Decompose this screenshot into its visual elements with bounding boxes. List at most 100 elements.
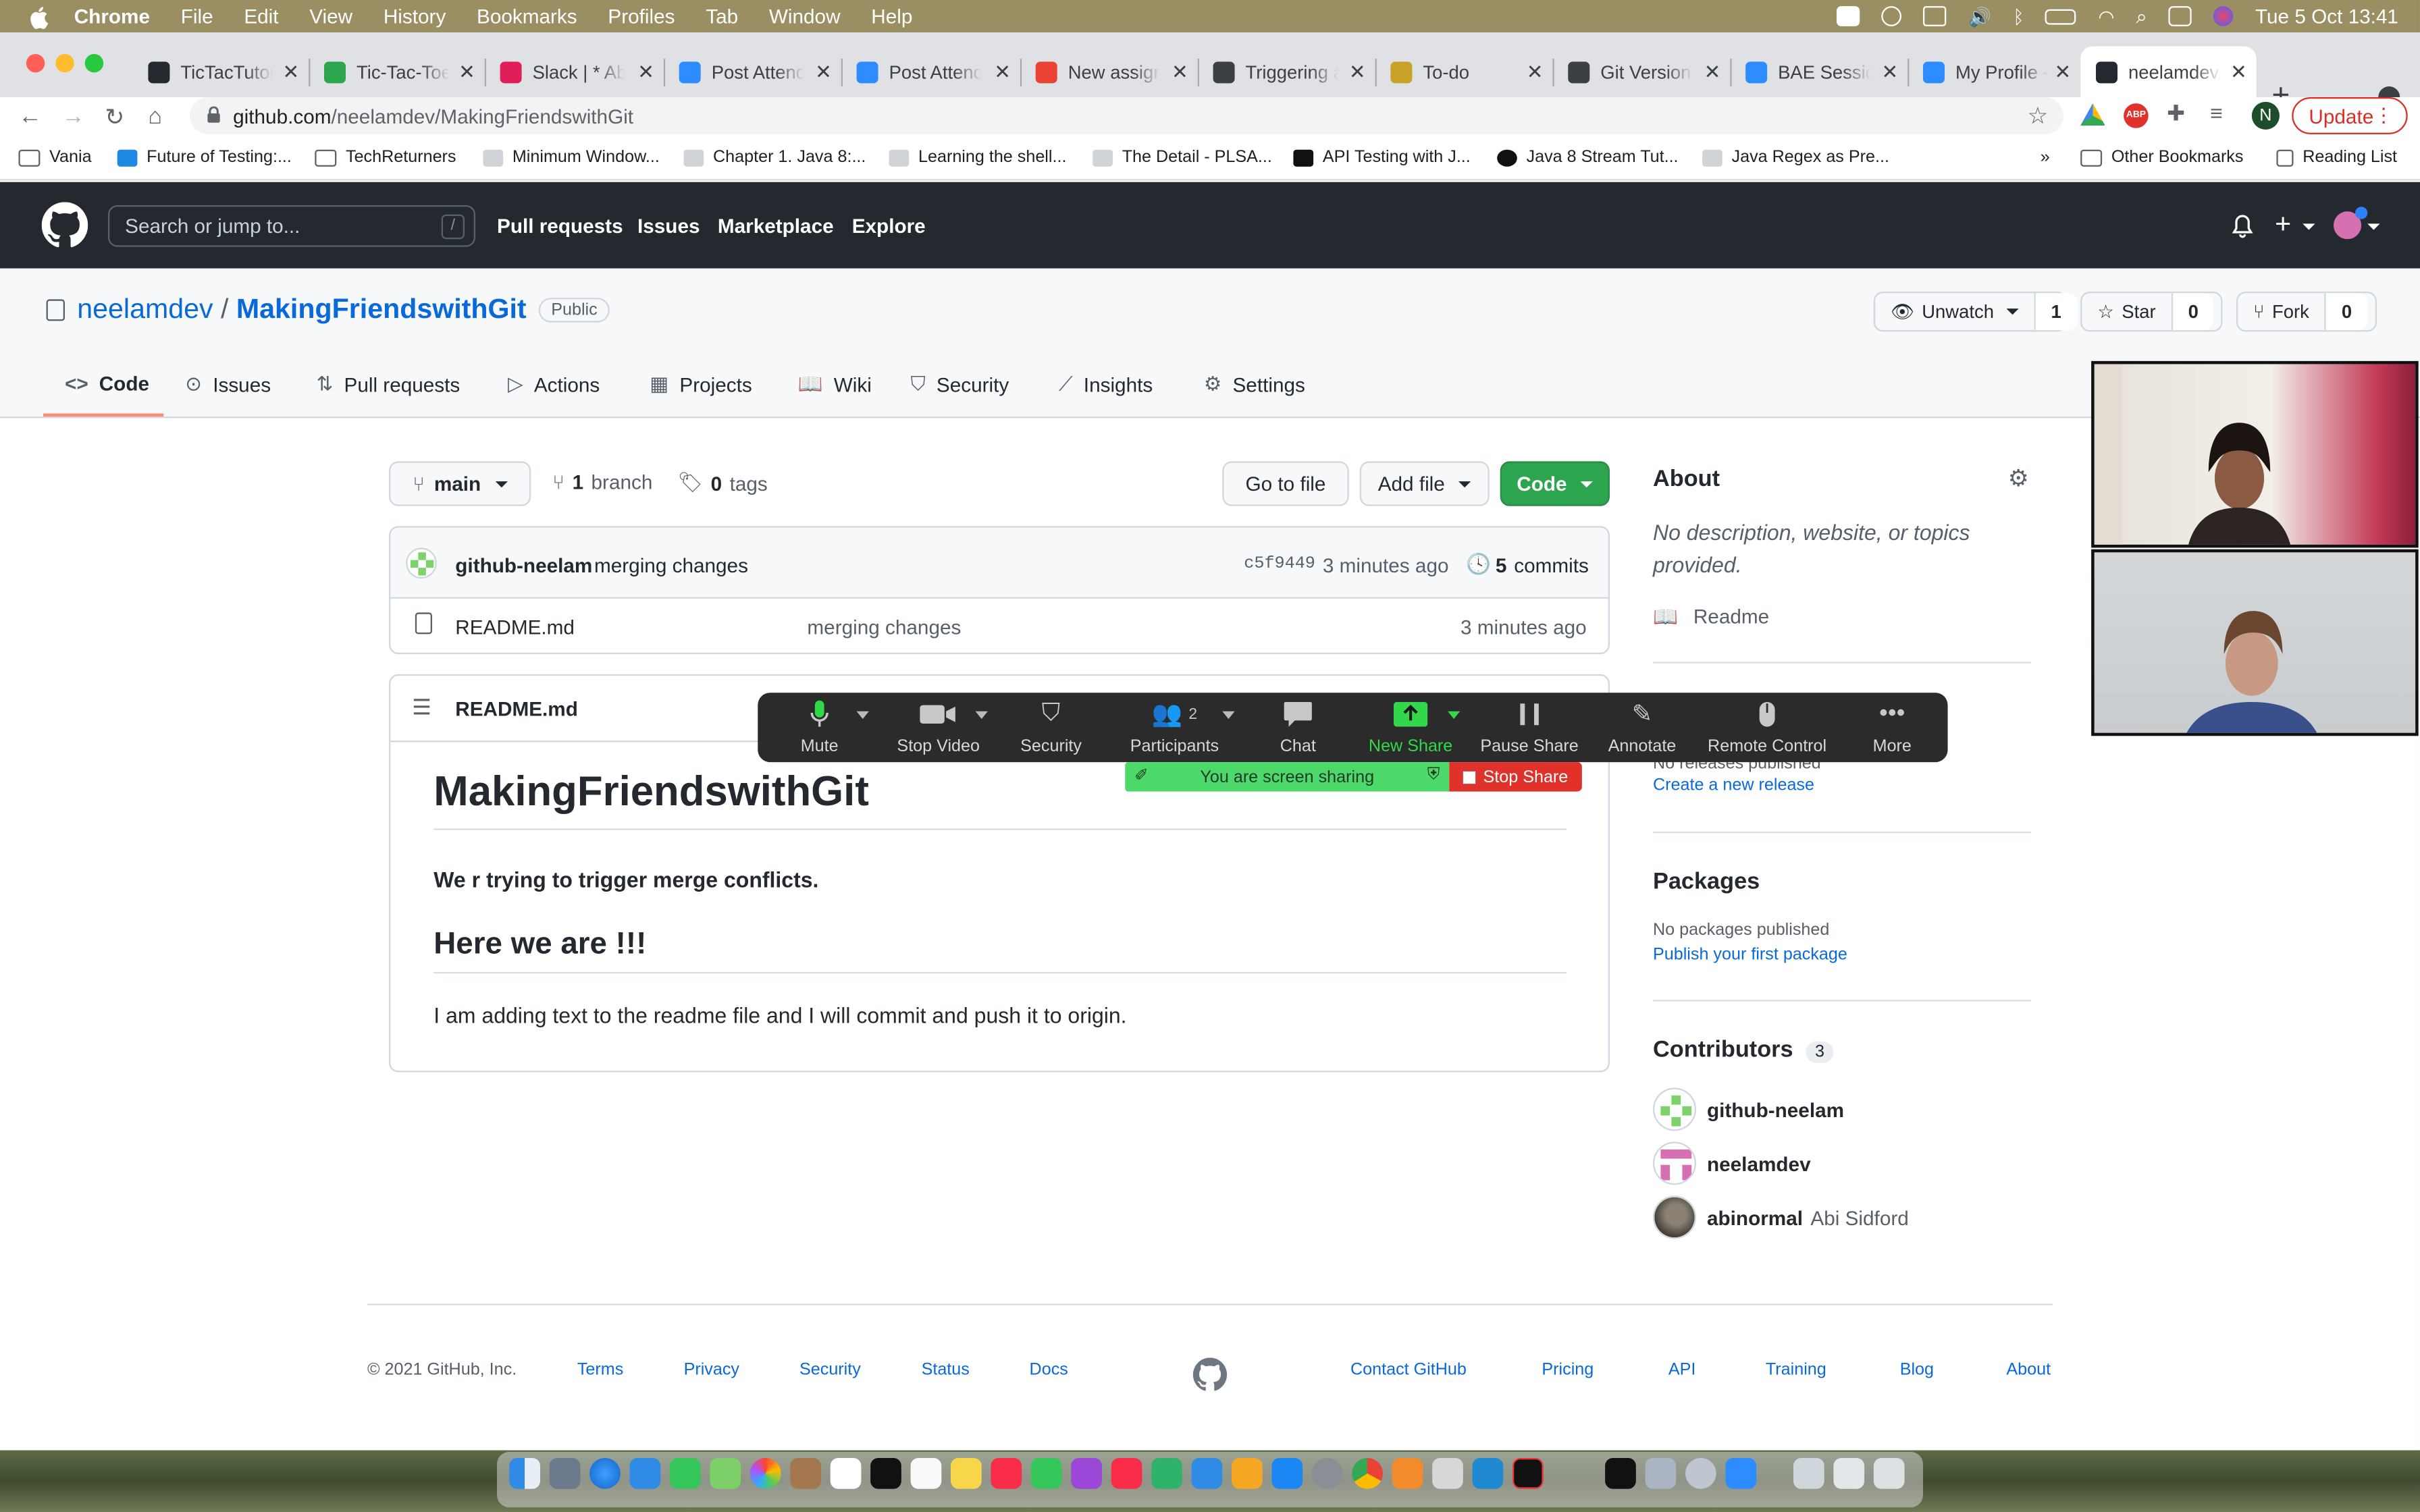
footer-training-link[interactable]: Training <box>1766 1361 1826 1379</box>
news-icon[interactable] <box>1111 1457 1142 1489</box>
browser-tab[interactable]: Slack | * Abi ✕ <box>485 47 666 97</box>
readme-filename[interactable]: README.md <box>455 697 578 720</box>
tab-close-icon[interactable]: ✕ <box>1349 60 1366 85</box>
tab-security[interactable]: ⛉ Security <box>911 372 1009 397</box>
create-new-caret-icon[interactable] <box>2303 223 2315 230</box>
sublime-text-icon[interactable] <box>1392 1457 1423 1489</box>
star-count[interactable]: 0 <box>2171 293 2214 331</box>
browser-tab[interactable]: Post Attende ✕ <box>841 47 1022 97</box>
bookmark-star-icon[interactable]: ☆ <box>2027 102 2048 130</box>
about-settings-gear-icon[interactable]: ⚙ <box>2008 464 2029 492</box>
menu-edit[interactable]: Edit <box>244 5 278 28</box>
zoom-stop-video-button[interactable]: Stop Video <box>876 699 1000 756</box>
tab-close-icon[interactable]: ✕ <box>815 60 832 85</box>
window-zoom-button[interactable] <box>84 53 104 73</box>
home-icon[interactable]: ⌂ <box>148 103 162 130</box>
menu-clock[interactable]: Tue 5 Oct 13:41 <box>2255 5 2398 28</box>
forward-arrow-icon[interactable]: → <box>61 103 84 130</box>
tab-close-icon[interactable]: ✕ <box>1881 60 1898 85</box>
footer-security-link[interactable]: Security <box>799 1361 861 1379</box>
participant-video-tile[interactable] <box>2091 360 2419 548</box>
apple-menu-icon[interactable] <box>28 4 53 29</box>
browser-tab[interactable]: Triggering a ✕ <box>1198 47 1377 97</box>
control-center-icon[interactable] <box>2168 6 2192 26</box>
file-row[interactable]: README.md merging changes 3 minutes ago <box>390 600 1608 654</box>
podcasts-icon[interactable] <box>1071 1457 1102 1489</box>
star-segment[interactable]: ☆ Star <box>2082 293 2171 330</box>
repo-owner-link[interactable]: neelamdev <box>77 293 213 325</box>
add-file-button[interactable]: Add file <box>1359 461 1490 506</box>
nav-explore[interactable]: Explore <box>852 215 926 238</box>
numbers-icon[interactable] <box>1151 1457 1182 1489</box>
keynote-icon[interactable] <box>1191 1457 1223 1489</box>
fork-count[interactable]: 0 <box>2324 293 2368 331</box>
bookmark-item[interactable]: Minimum Window... <box>483 148 660 167</box>
messages-icon[interactable] <box>669 1457 701 1489</box>
tab-close-icon[interactable]: ✕ <box>2230 60 2247 85</box>
tab-settings[interactable]: ⚙ Settings <box>1204 372 1305 397</box>
repo-name-link[interactable]: MakingFriendswithGit <box>236 293 527 325</box>
share-options-caret-icon[interactable] <box>1447 711 1461 720</box>
contributor-login[interactable]: abinormal <box>1707 1206 1803 1228</box>
tab-close-icon[interactable]: ✕ <box>1704 60 1721 85</box>
footer-blog-link[interactable]: Blog <box>1900 1361 1934 1379</box>
bookmark-item[interactable]: Chapter 1. Java 8:... <box>683 148 866 167</box>
zoom-mute-button[interactable]: Mute <box>758 699 881 756</box>
drag-handle-icon[interactable]: ✐ <box>1134 765 1149 785</box>
menu-history[interactable]: History <box>384 5 446 28</box>
launchpad-icon[interactable] <box>549 1457 581 1489</box>
bookmark-item[interactable]: Learning the shell... <box>889 148 1066 167</box>
branches-link[interactable]: ⑂ 1 branch <box>552 470 652 493</box>
tab-code[interactable]: <> Code <box>65 372 149 395</box>
photos-icon[interactable] <box>749 1457 781 1489</box>
zoom-status-icon[interactable] <box>1837 6 1861 26</box>
contacts-icon[interactable] <box>790 1457 821 1489</box>
browser-tab[interactable]: neelamdev/M ✕ <box>2080 46 2257 97</box>
commit-count[interactable]: 5 <box>1496 554 1507 577</box>
github-search-input[interactable]: Search or jump to... / <box>107 205 475 247</box>
go-to-file-button[interactable]: Go to file <box>1222 461 1349 506</box>
bookmark-item[interactable]: TechReturners <box>315 148 456 167</box>
user-menu-caret-icon[interactable] <box>2367 223 2380 230</box>
commit-author-link[interactable]: github-neelam <box>455 554 592 577</box>
system-preferences-icon[interactable] <box>1311 1457 1343 1489</box>
app-store-icon[interactable] <box>1271 1457 1303 1489</box>
google-drive-icon[interactable] <box>2080 103 2105 126</box>
create-release-link[interactable]: Create a new release <box>1653 776 1814 794</box>
downloads-folder-icon[interactable] <box>1833 1457 1865 1489</box>
commit-count-word[interactable]: commits <box>1514 554 1589 577</box>
nav-pull-requests[interactable]: Pull requests <box>497 215 623 238</box>
participant-video-tile[interactable] <box>2091 549 2419 736</box>
bookmark-item[interactable]: The Detail - PLSA... <box>1093 148 1272 167</box>
bookmark-item[interactable]: Java Regex as Pre... <box>1702 148 1889 167</box>
display-status-icon[interactable] <box>1923 6 1947 26</box>
tab-insights[interactable]: ⟋ Insights <box>1059 372 1153 397</box>
tab-close-icon[interactable]: ✕ <box>1172 60 1188 85</box>
tab-close-icon[interactable]: ✕ <box>994 60 1011 85</box>
window-minimize-button[interactable] <box>55 53 74 73</box>
fork-segment[interactable]: ⑂ Fork <box>2238 293 2324 330</box>
tab-close-icon[interactable]: ✕ <box>458 60 475 85</box>
mail-icon[interactable] <box>629 1457 661 1489</box>
zoom-pause-share-button[interactable]: Pause Share <box>1468 699 1592 756</box>
browser-tab[interactable]: TicTacTutori ✕ <box>133 47 311 97</box>
browser-tab[interactable]: Post Attende ✕ <box>664 47 843 97</box>
branch-select-button[interactable]: ⑂ main <box>388 461 531 506</box>
footer-about-link[interactable]: About <box>2006 1361 2051 1379</box>
readme-sidebar-link[interactable]: 📖 Readme <box>1653 605 1769 630</box>
create-new-plus-icon[interactable]: + <box>2275 209 2291 241</box>
file-commit-message[interactable]: merging changes <box>807 616 961 639</box>
chrome-icon[interactable] <box>1352 1457 1383 1489</box>
browser-tab[interactable]: New assignm ✕ <box>1020 47 1199 97</box>
window-close-button[interactable] <box>26 53 45 73</box>
publish-package-link[interactable]: Publish your first package <box>1653 946 1847 964</box>
contributor-avatar[interactable] <box>1652 1087 1696 1131</box>
chrome-update-button[interactable]: Update ⋮ <box>2292 97 2408 134</box>
address-bar[interactable]: github.com/neelamdev/MakingFriendswithGi… <box>190 97 2063 134</box>
extensions-puzzle-icon[interactable]: ✚ <box>2167 101 2192 126</box>
bookmark-item[interactable]: Future of Testing:... <box>117 148 292 167</box>
tags-link[interactable]: 🏷 0 tags <box>677 470 767 495</box>
bluetooth-icon[interactable]: ᛒ <box>2013 5 2024 27</box>
reading-list-button[interactable]: Reading List <box>2276 148 2397 167</box>
browser-tab[interactable]: To-do ✕ <box>1375 47 1554 97</box>
